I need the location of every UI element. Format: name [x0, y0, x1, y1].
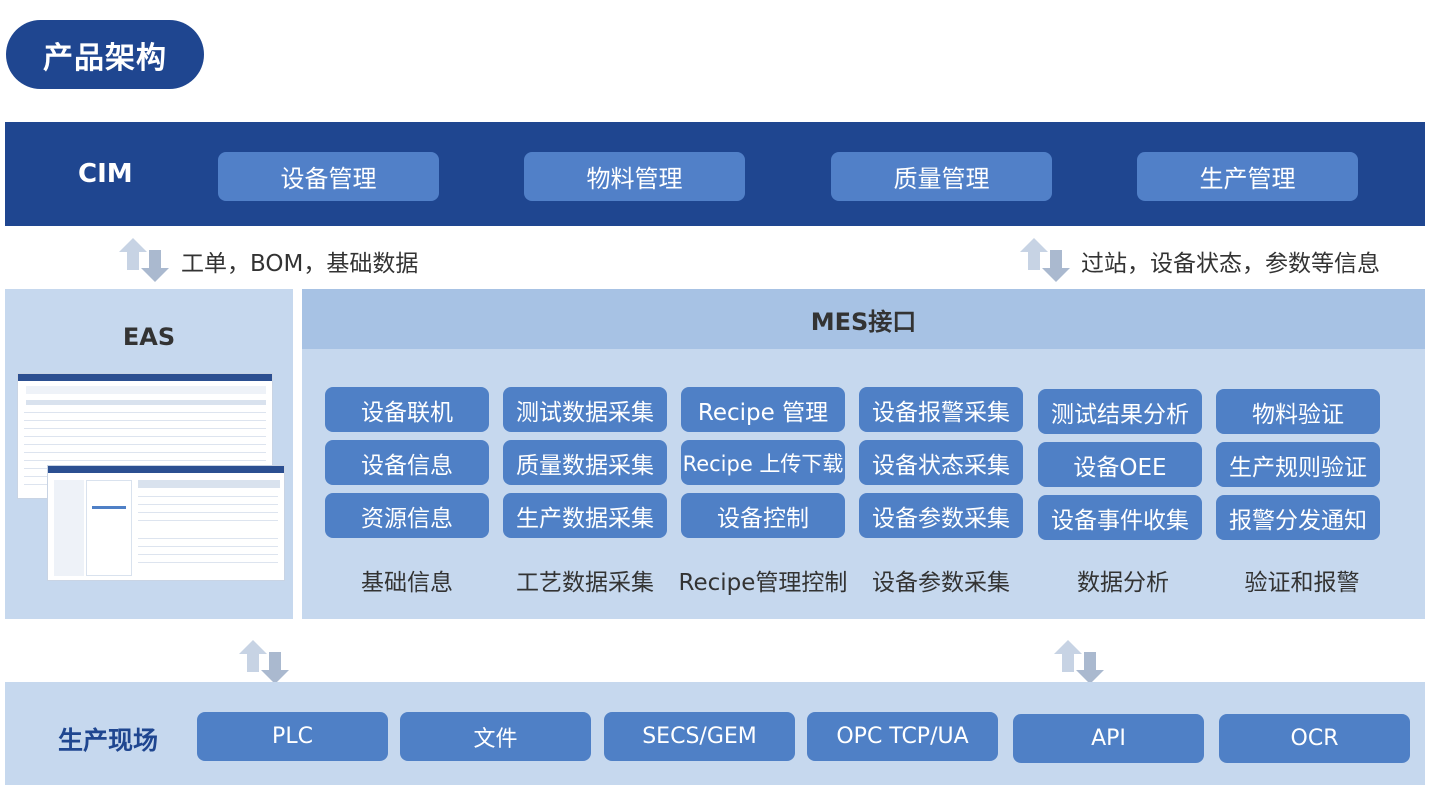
field-item-opc[interactable]: OPC TCP/UA — [807, 712, 998, 761]
mes-item-device-control[interactable]: 设备控制 — [681, 493, 845, 538]
field-item-secs-gem[interactable]: SECS/GEM — [604, 712, 795, 761]
mes-item-recipe-upload[interactable]: Recipe 上传下载 — [681, 440, 845, 485]
mes-item-device-info[interactable]: 设备信息 — [325, 440, 489, 485]
mes-item-alarm-notify[interactable]: 报警分发通知 — [1216, 495, 1380, 540]
mes-item-param-collect[interactable]: 设备参数采集 — [859, 493, 1023, 538]
mes-column-label: 设备参数采集 — [872, 570, 1010, 596]
sync-arrows-icon — [1054, 640, 1104, 684]
mes-title: MES接口 — [302, 289, 1425, 349]
mes-item-material-verify[interactable]: 物料验证 — [1216, 389, 1380, 434]
page-title: 产品架构 — [6, 20, 204, 89]
mes-item-quality-data[interactable]: 质量数据采集 — [503, 440, 667, 485]
mes-item-recipe-manage[interactable]: Recipe 管理 — [681, 387, 845, 432]
mes-item-event-collect[interactable]: 设备事件收集 — [1038, 495, 1202, 540]
sync-arrows-icon — [119, 238, 169, 282]
flow-text-left: 工单，BOM，基础数据 — [181, 251, 419, 277]
eas-title: EAS — [122, 323, 176, 351]
field-item-plc[interactable]: PLC — [197, 712, 388, 761]
field-item-api[interactable]: API — [1013, 714, 1204, 763]
mes-item-device-oee[interactable]: 设备OEE — [1038, 442, 1202, 487]
mes-item-production-data[interactable]: 生产数据采集 — [503, 493, 667, 538]
mes-item-test-analysis[interactable]: 测试结果分析 — [1038, 389, 1202, 434]
mes-item-status-collect[interactable]: 设备状态采集 — [859, 440, 1023, 485]
field-label: 生产现场 — [58, 726, 159, 755]
cim-module-quality[interactable]: 质量管理 — [831, 152, 1052, 201]
cim-module-production[interactable]: 生产管理 — [1137, 152, 1358, 201]
field-item-file[interactable]: 文件 — [400, 712, 591, 761]
mes-item-device-connect[interactable]: 设备联机 — [325, 387, 489, 432]
cim-module-material[interactable]: 物料管理 — [524, 152, 745, 201]
cim-label: CIM — [78, 159, 133, 189]
mes-item-alarm-collect[interactable]: 设备报警采集 — [859, 387, 1023, 432]
mes-column-label: Recipe管理控制 — [678, 570, 848, 596]
sync-arrows-icon — [239, 640, 289, 684]
mes-column-label: 验证和报警 — [1244, 570, 1360, 596]
cim-module-device[interactable]: 设备管理 — [218, 152, 439, 201]
eas-panel: EAS — [5, 289, 293, 619]
eas-screenshot-thumbnail — [47, 465, 285, 581]
flow-text-right: 过站，设备状态，参数等信息 — [1081, 251, 1380, 277]
sync-arrows-icon — [1020, 238, 1070, 282]
mes-column-label: 数据分析 — [1077, 570, 1169, 596]
mes-item-rule-verify[interactable]: 生产规则验证 — [1216, 442, 1380, 487]
mes-column-label: 工艺数据采集 — [516, 570, 654, 596]
mes-item-resource-info[interactable]: 资源信息 — [325, 493, 489, 538]
mes-column-label: 基础信息 — [361, 570, 453, 596]
field-item-ocr[interactable]: OCR — [1219, 714, 1410, 763]
mes-item-test-data[interactable]: 测试数据采集 — [503, 387, 667, 432]
